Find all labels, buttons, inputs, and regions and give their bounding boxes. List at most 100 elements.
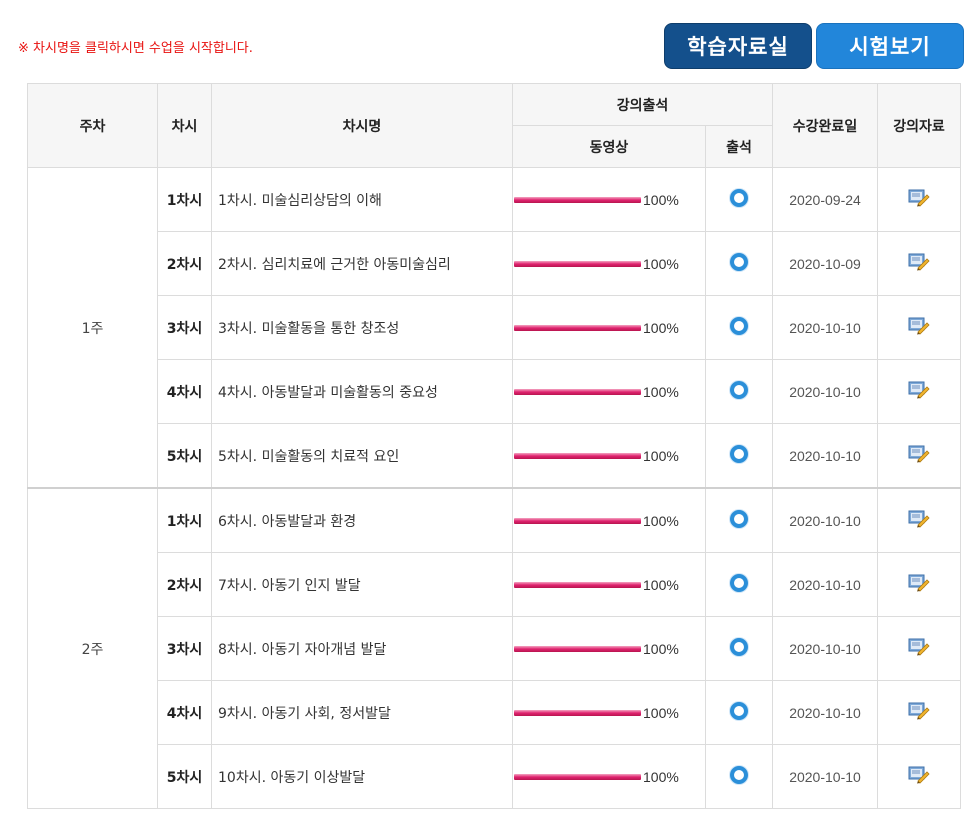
- video-progress: 100%: [513, 513, 705, 529]
- exam-button[interactable]: 시험보기: [816, 23, 964, 69]
- header-video: 동영상: [512, 125, 706, 168]
- session-cell: 2차시: [157, 552, 212, 617]
- lesson-title-link[interactable]: 1차시. 미술심리상담의 이해: [211, 167, 513, 232]
- video-progress: 100%: [513, 384, 705, 400]
- table-row: 1주 1차시 1차시. 미술심리상담의 이해 100% 2020-09-24: [27, 167, 961, 489]
- header-materials: 강의자료: [877, 83, 961, 168]
- video-progress-cell: 100%: [512, 616, 706, 681]
- video-progress-cell: 100%: [512, 552, 706, 617]
- header-session: 차시: [157, 83, 212, 168]
- lecture-material-icon[interactable]: [908, 317, 930, 335]
- lecture-material-icon[interactable]: [908, 702, 930, 720]
- materials-cell: [877, 680, 961, 745]
- week-cell: 2주: [27, 487, 158, 809]
- week-cell: 1주: [27, 167, 158, 489]
- video-progress-cell: 100%: [512, 487, 706, 553]
- materials-cell: [877, 423, 961, 489]
- progress-bar: [514, 773, 641, 780]
- materials-cell: [877, 295, 961, 360]
- complete-date-cell: 2020-10-10: [772, 616, 878, 681]
- lesson-title-link[interactable]: 3차시. 미술활동을 통한 창조성: [211, 295, 513, 360]
- video-progress-cell: 100%: [512, 423, 706, 489]
- lesson-title-link[interactable]: 2차시. 심리치료에 근거한 아동미술심리: [211, 231, 513, 296]
- progress-bar: [514, 709, 641, 716]
- header-title: 차시명: [211, 83, 513, 168]
- progress-percent: 100%: [643, 640, 679, 657]
- lecture-material-icon[interactable]: [908, 253, 930, 271]
- lesson-title-link[interactable]: 7차시. 아동기 인지 발달: [211, 552, 513, 617]
- attendance-circle-icon: [730, 765, 748, 784]
- lesson-title-link[interactable]: 6차시. 아동발달과 환경: [211, 487, 513, 553]
- attendance-cell: [705, 487, 773, 553]
- progress-percent: 100%: [643, 319, 679, 336]
- table-row: 3차시 8차시. 아동기 자아개념 발달 100% 2020-10-10: [28, 616, 961, 681]
- video-progress-cell: 100%: [512, 359, 706, 424]
- attendance-circle-icon: [730, 444, 748, 463]
- lesson-title-link[interactable]: 9차시. 아동기 사회, 정서발달: [211, 680, 513, 745]
- progress-percent: 100%: [643, 768, 679, 785]
- table-row: 4차시 9차시. 아동기 사회, 정서발달 100% 2020-10-10: [28, 680, 961, 745]
- study-materials-button[interactable]: 학습자료실: [664, 23, 812, 69]
- attendance-circle-icon: [730, 252, 748, 271]
- attendance-cell: [705, 167, 773, 232]
- notice-text: ※ 차시명을 클릭하시면 수업을 시작합니다.: [18, 41, 253, 56]
- table-row: 2주 1차시 6차시. 아동발달과 환경 100% 2020-10-10: [27, 487, 961, 809]
- session-cell: 5차시: [157, 744, 212, 809]
- header-attendance: 출석: [705, 125, 773, 168]
- materials-cell: [877, 616, 961, 681]
- lesson-title-link[interactable]: 8차시. 아동기 자아개념 발달: [211, 616, 513, 681]
- table-row: 5차시 10차시. 아동기 이상발달 100% 2020-10-10: [28, 744, 961, 809]
- materials-cell: [877, 552, 961, 617]
- lesson-title-link[interactable]: 4차시. 아동발달과 미술활동의 중요성: [211, 359, 513, 424]
- progress-percent: 100%: [643, 255, 679, 272]
- lecture-material-icon[interactable]: [908, 510, 930, 528]
- progress-bar: [514, 388, 641, 395]
- session-cell: 4차시: [157, 680, 212, 745]
- complete-date-cell: 2020-09-24: [772, 167, 878, 232]
- attendance-circle-icon: [730, 573, 748, 592]
- complete-date-cell: 2020-10-10: [772, 359, 878, 424]
- lecture-material-icon[interactable]: [908, 445, 930, 463]
- attendance-cell: [705, 359, 773, 424]
- video-progress-cell: 100%: [512, 295, 706, 360]
- session-cell: 2차시: [157, 231, 212, 296]
- complete-date-cell: 2020-10-10: [772, 680, 878, 745]
- lecture-material-icon[interactable]: [908, 638, 930, 656]
- header-attendance-group: 강의출석: [512, 83, 773, 126]
- materials-cell: [877, 359, 961, 424]
- attendance-cell: [705, 552, 773, 617]
- course-table: 주차 차시 차시명 강의출석 수강완료일 강의자료 동영상 출석 1주 1차시 1차…: [27, 83, 961, 809]
- video-progress-cell: 100%: [512, 231, 706, 296]
- lecture-material-icon[interactable]: [908, 766, 930, 784]
- progress-percent: 100%: [643, 191, 679, 208]
- progress-bar: [514, 517, 641, 524]
- attendance-cell: [705, 744, 773, 809]
- lecture-material-icon[interactable]: [908, 381, 930, 399]
- lesson-title-link[interactable]: 10차시. 아동기 이상발달: [211, 744, 513, 809]
- header-week: 주차: [27, 83, 158, 168]
- video-progress: 100%: [513, 577, 705, 593]
- materials-cell: [877, 487, 961, 553]
- lecture-material-icon[interactable]: [908, 574, 930, 592]
- progress-percent: 100%: [643, 383, 679, 400]
- complete-date-cell: 2020-10-10: [772, 552, 878, 617]
- progress-bar: [514, 581, 641, 588]
- complete-date-cell: 2020-10-10: [772, 744, 878, 809]
- lecture-material-icon[interactable]: [908, 189, 930, 207]
- session-cell: 1차시: [157, 167, 212, 232]
- lesson-title-link[interactable]: 5차시. 미술활동의 치료적 요인: [211, 423, 513, 489]
- video-progress: 100%: [513, 192, 705, 208]
- video-progress-cell: 100%: [512, 680, 706, 745]
- complete-date-cell: 2020-10-10: [772, 487, 878, 553]
- session-cell: 5차시: [157, 423, 212, 489]
- table-row: 2차시 7차시. 아동기 인지 발달 100% 2020-10-10: [28, 552, 961, 617]
- video-progress: 100%: [513, 705, 705, 721]
- session-cell: 3차시: [157, 616, 212, 681]
- complete-date-cell: 2020-10-10: [772, 295, 878, 360]
- video-progress: 100%: [513, 448, 705, 464]
- table-row: 2차시 2차시. 심리치료에 근거한 아동미술심리 100% 2020-10-09: [28, 231, 961, 296]
- video-progress-cell: 100%: [512, 167, 706, 232]
- progress-bar: [514, 260, 641, 267]
- progress-bar: [514, 645, 641, 652]
- video-progress-cell: 100%: [512, 744, 706, 809]
